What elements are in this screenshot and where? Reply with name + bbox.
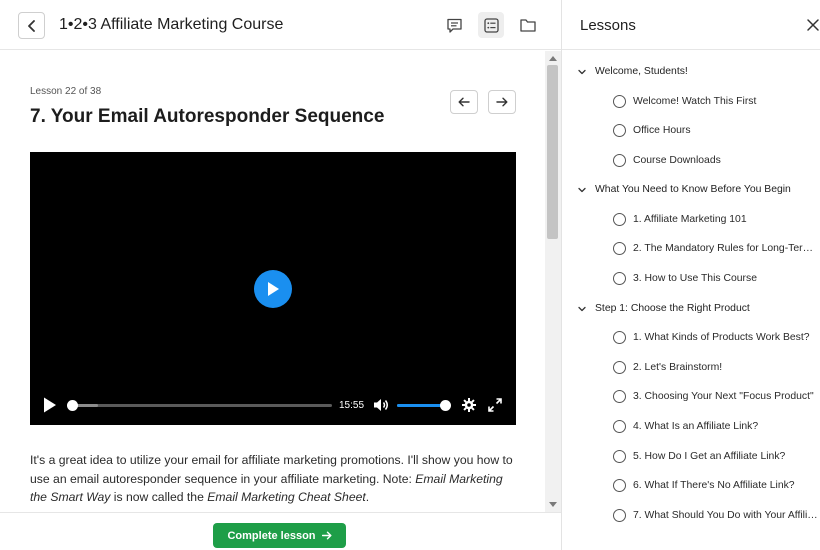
previous-lesson-button[interactable] (450, 90, 478, 114)
lesson-item-label: Office Hours (633, 125, 691, 137)
lesson-item-label: 3. How to Use This Course (633, 273, 757, 284)
scrollbar-thumb[interactable] (547, 65, 558, 239)
lessons-panel-header: Lessons (562, 0, 820, 50)
complete-lesson-button[interactable]: Complete lesson (213, 523, 346, 548)
lesson-list-icon (483, 17, 499, 33)
lesson-status-circle-icon[interactable] (613, 94, 626, 108)
downloads-button[interactable] (515, 12, 541, 38)
lesson-section-label: What You Need to Know Before You Begin (595, 184, 791, 196)
volume-icon[interactable] (373, 398, 389, 412)
lesson-status-circle-icon[interactable] (613, 153, 626, 167)
lesson-item[interactable]: 2. Let's Brainstorm! (562, 356, 820, 380)
description-text: . (365, 490, 370, 504)
lesson-item-label: 2. Let's Brainstorm! (633, 361, 723, 373)
volume-level (397, 404, 445, 407)
lesson-item-label: 5. How Do I Get an Affiliate Link? (633, 450, 786, 462)
next-lesson-button[interactable] (488, 90, 516, 114)
lesson-status-circle-icon[interactable] (613, 212, 626, 226)
lesson-item[interactable]: 3. Choosing Your Next "Focus Product" (562, 385, 820, 409)
lesson-status-circle-icon[interactable] (613, 479, 626, 493)
lesson-item-label: 4. What Is an Affiliate Link? (633, 420, 759, 432)
video-progress-bar[interactable] (67, 400, 332, 411)
arrow-right-icon (321, 531, 332, 540)
lesson-section-label: Step 1: Choose the Right Product (595, 302, 750, 314)
lesson-footer: Complete lesson (0, 512, 561, 550)
lesson-item[interactable]: 5. How Do I Get an Affiliate Link? (562, 445, 820, 469)
lesson-status-circle-icon[interactable] (613, 272, 626, 285)
play-icon (268, 282, 279, 296)
lesson-item-label: 2. The Mandatory Rules for Long-Term Suc… (633, 243, 819, 255)
lesson-item-label: 7. What Should You Do with Your Affiliat… (633, 509, 819, 521)
settings-gear-icon[interactable] (462, 398, 476, 412)
video-progress-handle[interactable] (67, 400, 78, 411)
lesson-section-header[interactable]: What You Need to Know Before You Begin (562, 178, 820, 202)
comments-icon (446, 18, 462, 33)
lesson-item-label: 6. What If There's No Affiliate Link? (633, 480, 795, 492)
lesson-item[interactable]: 6. What If There's No Affiliate Link? (562, 474, 820, 498)
scroll-up-arrow[interactable] (549, 56, 557, 61)
lesson-item[interactable]: Office Hours (562, 119, 820, 143)
lesson-item-label: Course Downloads (633, 154, 721, 166)
chevron-down-icon (578, 69, 586, 75)
video-play-button[interactable] (254, 270, 292, 308)
control-play-icon[interactable] (43, 397, 57, 413)
lesson-status-circle-icon[interactable] (613, 331, 626, 345)
lesson-title: 7. Your Email Autoresponder Sequence (30, 106, 385, 127)
lesson-status-circle-icon[interactable] (613, 419, 626, 433)
lesson-item[interactable]: Course Downloads (562, 149, 820, 173)
comments-button[interactable] (441, 12, 467, 38)
scroll-down-arrow[interactable] (549, 502, 557, 507)
lesson-item[interactable]: 2. The Mandatory Rules for Long-Term Suc… (562, 237, 820, 261)
lesson-section-header[interactable]: Welcome, Students! (562, 60, 820, 84)
folder-icon (520, 19, 536, 32)
lesson-item[interactable]: 1. What Kinds of Products Work Best? (562, 326, 820, 350)
lesson-item[interactable]: 3. How to Use This Course (562, 267, 820, 291)
lesson-section-header[interactable]: Step 1: Choose the Right Product (562, 297, 820, 321)
lesson-status-circle-icon[interactable] (613, 242, 626, 256)
lessons-panel: Lessons Welcome, Students! Welcome! Watch… (561, 0, 820, 550)
lesson-item-label: 3. Choosing Your Next "Focus Product" (633, 391, 814, 403)
course-title: 1•2•3 Affiliate Marketing Course (59, 16, 284, 33)
lessons-panel-title: Lessons (580, 17, 636, 34)
description-emphasis-new-title: Email Marketing Cheat Sheet (207, 490, 366, 504)
complete-lesson-label: Complete lesson (227, 529, 316, 542)
lesson-item-label: Welcome! Watch This First (633, 95, 757, 107)
description-text: is now called the (110, 490, 208, 504)
lesson-item[interactable]: 7. What Should You Do with Your Affiliat… (562, 504, 820, 528)
lesson-status-circle-icon[interactable] (613, 508, 626, 522)
back-button[interactable] (18, 12, 45, 39)
video-time: 15:55 (339, 400, 365, 411)
content-scrollbar[interactable] (545, 51, 561, 512)
fullscreen-icon[interactable] (488, 398, 502, 412)
lesson-status-circle-icon[interactable] (613, 449, 626, 463)
video-player[interactable]: 15:55 (30, 152, 516, 425)
chevron-down-icon (578, 188, 586, 193)
lesson-status-circle-icon[interactable] (613, 124, 626, 138)
chevron-left-icon (27, 19, 35, 32)
course-header: 1•2•3 Affiliate Marketing Course (0, 0, 561, 50)
lesson-description: It's a great idea to utilize your email … (30, 451, 516, 507)
arrow-right-icon (496, 97, 508, 107)
lesson-item[interactable]: 4. What Is an Affiliate Link? (562, 415, 820, 439)
lesson-status-circle-icon[interactable] (613, 360, 626, 374)
lesson-item[interactable]: 1. Affiliate Marketing 101 (562, 208, 820, 232)
lesson-content: Lesson 22 of 38 7. Your Email Autorespon… (0, 51, 545, 512)
close-icon[interactable] (806, 18, 820, 32)
lesson-list-button[interactable] (478, 12, 504, 38)
volume-slider[interactable] (397, 400, 451, 411)
lesson-status-circle-icon[interactable] (613, 390, 626, 404)
lesson-item[interactable]: Welcome! Watch This First (562, 90, 820, 114)
chevron-down-icon (578, 306, 586, 311)
lesson-item-label: 1. Affiliate Marketing 101 (633, 213, 747, 225)
lesson-section-label: Welcome, Students! (595, 66, 688, 77)
arrow-left-icon (458, 97, 470, 107)
lesson-item-label: 1. What Kinds of Products Work Best? (633, 332, 810, 344)
volume-handle[interactable] (440, 400, 451, 411)
lesson-counter: Lesson 22 of 38 (30, 86, 102, 97)
